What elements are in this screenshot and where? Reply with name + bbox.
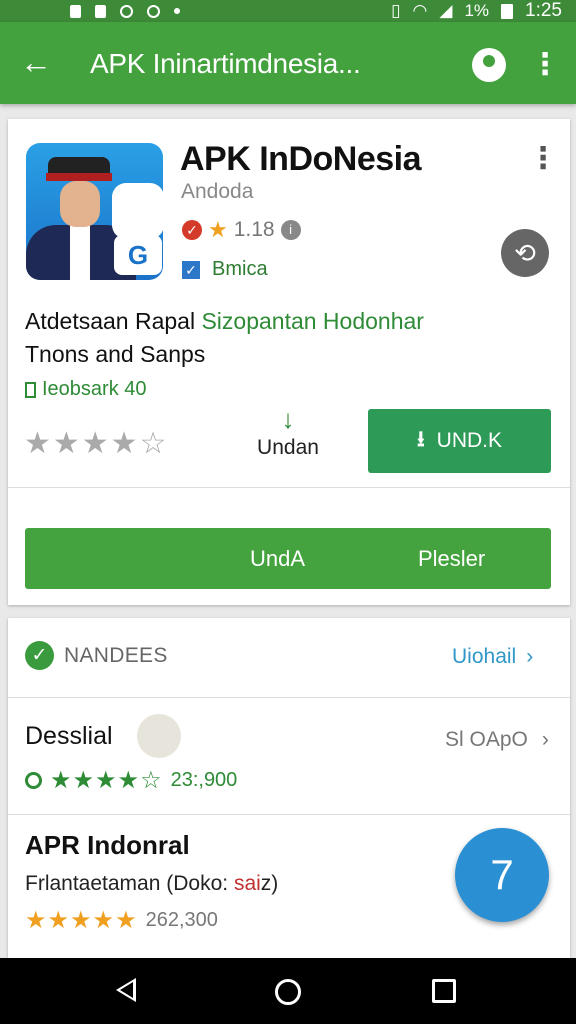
install-button[interactable]: ⭳ UND.K — [368, 409, 551, 473]
more-vert-icon[interactable]: ⋮ — [528, 144, 558, 176]
divider — [8, 814, 570, 815]
description-line-1: Atdetsaan Rapal Sizopantan Hodonhar — [25, 308, 424, 334]
floating-action-button[interactable]: 7 — [455, 828, 549, 922]
description-line-2: Tnons and Sanps — [25, 341, 206, 367]
arrow-left-icon[interactable]: ← — [18, 44, 54, 80]
divider — [8, 487, 570, 488]
notification-icon — [70, 4, 81, 18]
share-icon[interactable]: ⟲ — [501, 229, 549, 277]
section-header: ✓ NANDEES — [25, 641, 168, 670]
secondary-action-label: Undan — [257, 436, 319, 459]
battery-icon — [501, 3, 514, 19]
notification-icon — [120, 4, 133, 18]
list-item-rating: ★★★★★ 262,300 — [25, 907, 218, 934]
secondary-action-button[interactable]: ↓ Undan — [250, 404, 326, 460]
app-bar-title: APK Ininartimdnesia... — [90, 48, 361, 79]
nav-home-icon[interactable] — [275, 979, 301, 1005]
rating-value: 1.18 — [233, 218, 275, 241]
downloads-count: Ieobsark 40 — [25, 378, 147, 401]
notification-dot-icon — [174, 8, 180, 14]
more-vert-icon[interactable]: ⋮ — [530, 48, 560, 82]
clock: 1:25 — [525, 0, 562, 21]
rate-stars[interactable]: ★★★★☆ — [24, 426, 168, 461]
check-badge-icon: ✓ — [182, 220, 202, 240]
settings-icon — [147, 4, 160, 18]
info-icon[interactable]: i — [280, 220, 301, 240]
rating-row: ✓ ★ 1.18 i — [182, 217, 301, 243]
stars-icon: ★★★★★ — [25, 907, 138, 934]
star-icon: ★ — [208, 217, 228, 242]
checkbox-icon: ✓ — [182, 260, 200, 279]
app-thumbnail — [137, 714, 181, 758]
chevron-right-icon: › — [541, 728, 549, 751]
list-item-subtitle: Frlantaetaman (Doko: saiz) — [25, 872, 279, 895]
vibrate-icon: ▯ — [391, 1, 401, 20]
section-more-link[interactable]: Uiohail › — [452, 645, 533, 669]
stars-icon: ★★★★☆ — [50, 767, 163, 794]
status-bar: ▯ ◠ ◢ 1% 1:25 — [0, 0, 576, 22]
list-item-title[interactable]: Desslial — [25, 722, 113, 751]
nav-recents-icon[interactable] — [432, 979, 456, 1003]
badge-label: Bmica — [212, 258, 268, 280]
download-icon: ⭳ — [416, 426, 425, 451]
download-icon — [25, 381, 36, 398]
primary-action-label-right: Plesler — [418, 546, 486, 571]
chevron-right-icon: › — [526, 645, 534, 668]
battery-text: 1% — [464, 1, 490, 20]
app-bar: ← APK Ininartimdnesia... ⋮ — [0, 22, 576, 104]
notification-icon — [95, 4, 106, 18]
section-title: NANDEES — [64, 643, 168, 667]
app-icon: G — [26, 143, 163, 280]
wifi-icon: ◠ — [412, 1, 428, 20]
account-icon[interactable] — [472, 48, 506, 82]
divider — [8, 697, 570, 698]
list-item-title[interactable]: APR Indonral — [25, 830, 190, 861]
nav-back-icon[interactable] — [116, 978, 136, 1002]
list-item-rating: ★★★★☆ 23:,900 — [25, 766, 237, 795]
system-navigation-bar — [0, 958, 576, 1024]
app-title: APK InDoNesia — [180, 140, 422, 178]
google-play-icon — [25, 772, 42, 789]
developer-name[interactable]: Andoda — [181, 180, 253, 204]
primary-action-label-left: UndA — [250, 546, 306, 571]
download-arrow-icon: ↓ — [281, 404, 295, 434]
list-item-meta[interactable]: Sl OApO › — [445, 728, 549, 752]
check-circle-icon: ✓ — [25, 641, 54, 670]
signal-icon: ◢ — [439, 1, 453, 20]
install-label: UND.K — [436, 429, 503, 452]
badge-row: ✓ Bmica — [182, 258, 268, 281]
primary-action-button[interactable]: UndA Plesler — [25, 528, 551, 589]
